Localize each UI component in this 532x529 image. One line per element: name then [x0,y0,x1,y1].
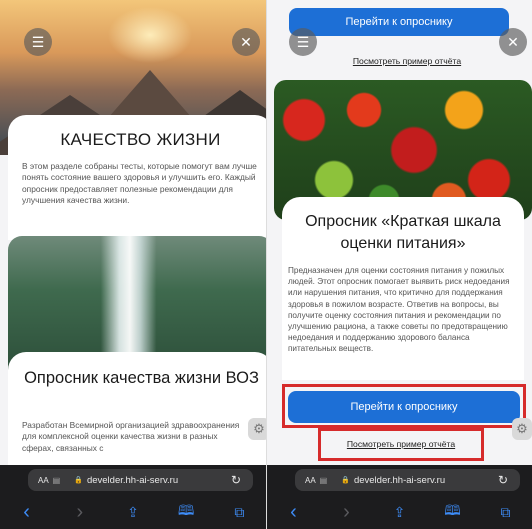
lock-icon: 🔒 [341,477,350,484]
questionnaire-description: Предназначен для оценки состояния питани… [288,266,510,354]
waterfall-image [8,236,266,371]
text-size-button[interactable]: AA [305,476,316,485]
tabs-icon[interactable]: ⧉ [494,504,518,521]
lock-icon: 🔒 [74,477,83,484]
close-icon[interactable]: ✕ [499,28,527,56]
url-text: develder.hh-ai-serv.ru [353,474,446,486]
view-report-example-link[interactable]: Посмотреть пример отчёта [322,439,480,449]
back-icon[interactable]: ‹ [15,501,39,524]
gear-icon[interactable]: ⚙ [248,418,266,440]
browser-toolbar: ‹ › ⇪ 🕮 ⧉ [267,495,532,529]
browser-toolbar: ‹ › ⇪ 🕮 ⧉ [0,495,266,529]
gear-icon[interactable]: ⚙ [512,418,532,440]
url-text: develder.hh-ai-serv.ru [86,474,179,486]
go-to-questionnaire-button[interactable]: Перейти к опроснику [288,391,520,423]
who-questionnaire-card[interactable]: Опросник качества жизни ВОЗ Разработан В… [8,352,266,467]
close-icon[interactable]: ✕ [232,28,260,56]
view-report-example-top-link[interactable]: Посмотреть пример отчёта [307,56,507,66]
reload-icon[interactable]: ↻ [231,473,241,487]
questionnaire-title: Опросник качества жизни ВОЗ [24,369,259,387]
tabs-icon[interactable]: ⧉ [227,504,251,521]
reader-icon[interactable]: ▤ [320,476,328,485]
share-icon[interactable]: ⇪ [388,504,412,521]
back-icon[interactable]: ‹ [282,501,306,524]
menu-icon[interactable]: ☰ [24,28,52,56]
questionnaire-description: Разработан Всемирной организацией здраво… [22,420,240,453]
url-field[interactable]: AA ▤ 🔒 develder.hh-ai-serv.ru ↻ [28,469,253,491]
reader-icon[interactable]: ▤ [53,476,61,485]
forward-icon[interactable]: › [68,501,92,524]
forward-icon[interactable]: › [335,501,359,524]
left-phone-screen: ☰ ✕ КАЧЕСТВО ЖИЗНИ В этом разделе собран… [0,0,266,529]
section-title: КАЧЕСТВО ЖИЗНИ [60,130,221,149]
bookmarks-icon[interactable]: 🕮 [174,500,198,524]
url-field[interactable]: AA ▤ 🔒 develder.hh-ai-serv.ru ↻ [295,469,520,491]
reload-icon[interactable]: ↻ [498,473,508,487]
menu-icon[interactable]: ☰ [289,28,317,56]
text-size-button[interactable]: AA [38,476,49,485]
questionnaire-title: Опросник «Краткая шкала оценки питания» [305,213,501,252]
browser-address-bar: AA ▤ 🔒 develder.hh-ai-serv.ru ↻ [267,465,532,495]
share-icon[interactable]: ⇪ [121,504,145,521]
quality-of-life-card: КАЧЕСТВО ЖИЗНИ В этом разделе собраны те… [8,115,266,240]
nutrition-questionnaire-card: Опросник «Краткая шкала оценки питания» … [282,197,524,380]
go-to-questionnaire-top-button[interactable]: Перейти к опроснику [289,8,509,36]
bookmarks-icon[interactable]: 🕮 [441,500,465,524]
section-description: В этом разделе собраны тесты, которые по… [22,161,257,206]
browser-address-bar: AA ▤ 🔒 develder.hh-ai-serv.ru ↻ [0,465,266,495]
